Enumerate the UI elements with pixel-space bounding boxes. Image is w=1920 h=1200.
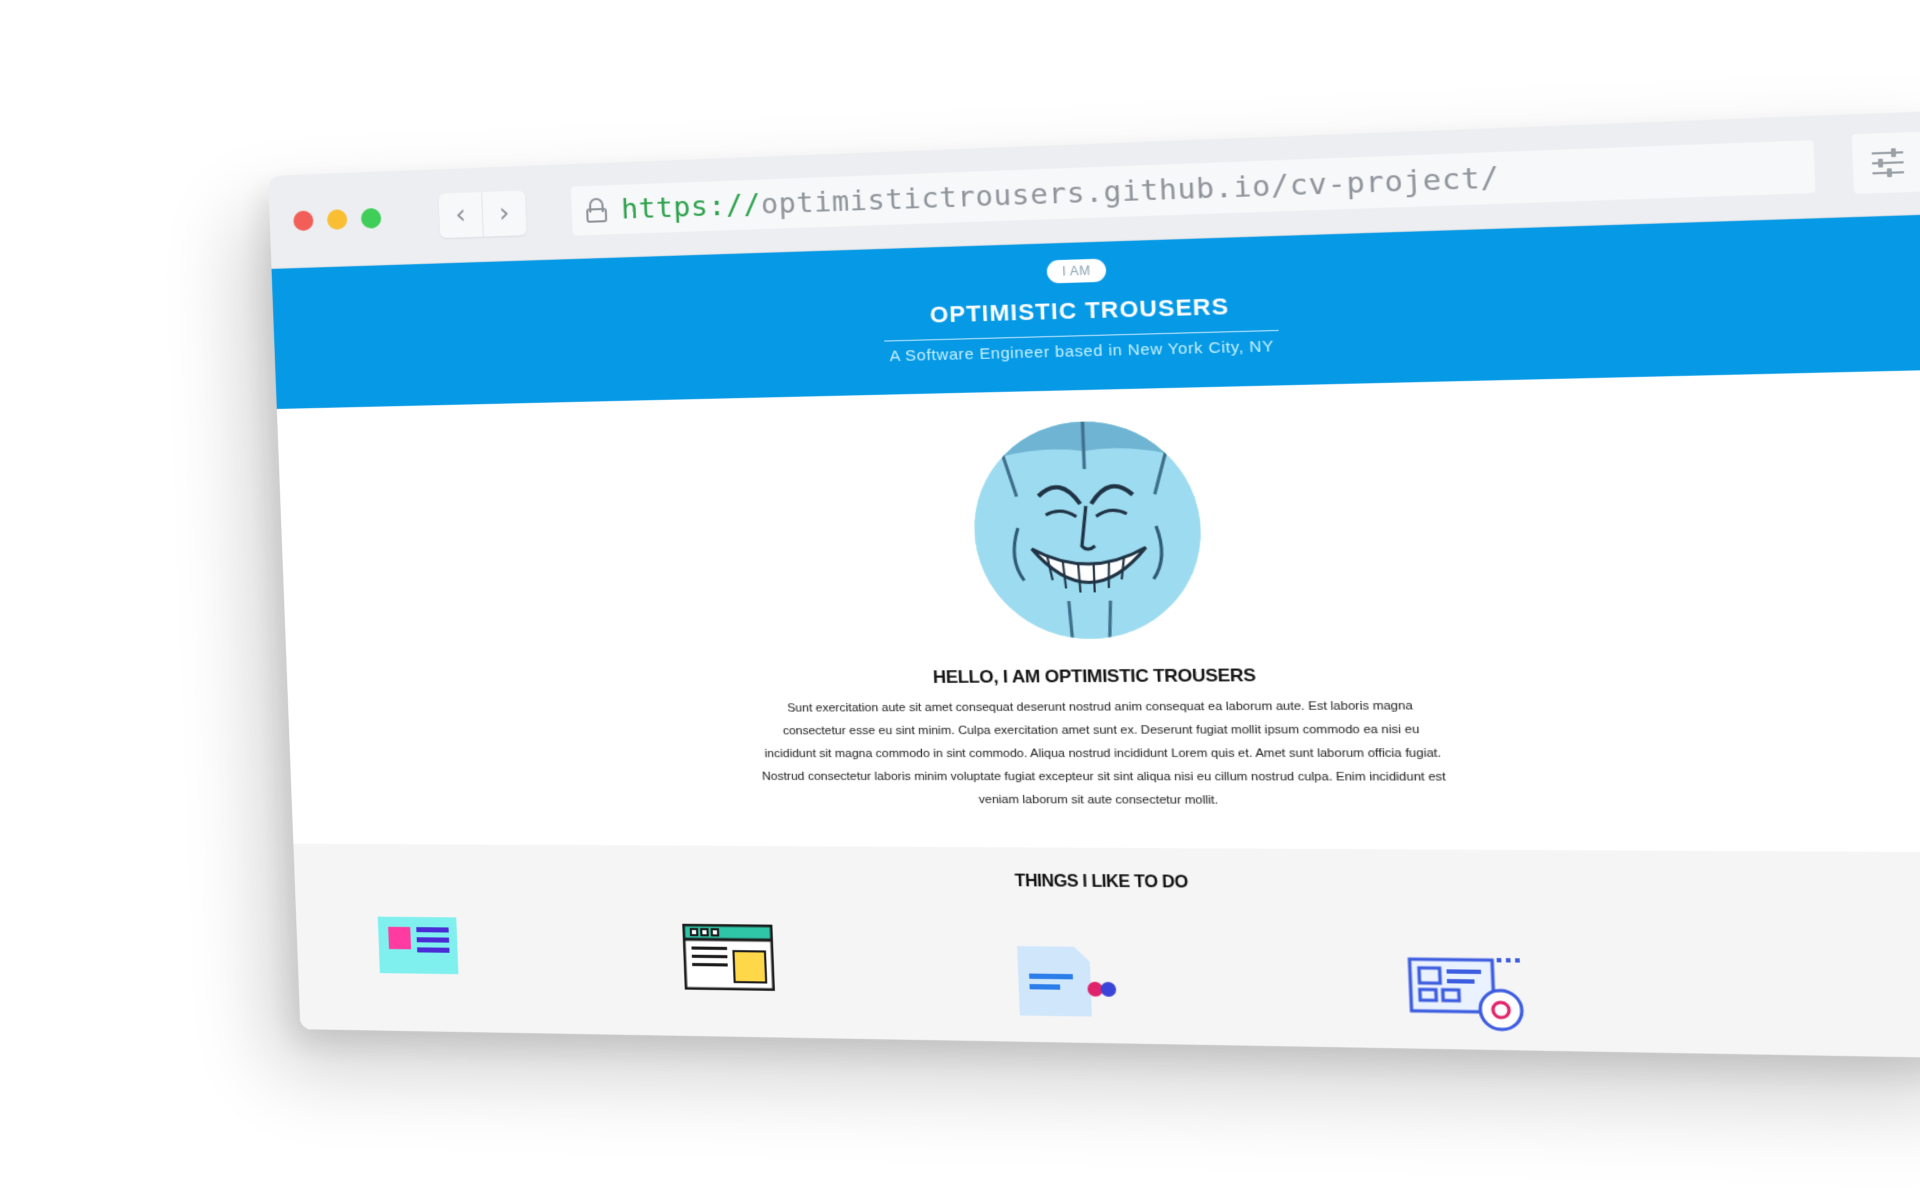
forward-button[interactable]: › (481, 190, 527, 237)
about-bio: Sunt exercitation aute sit amet consequa… (761, 699, 1447, 807)
screen: ‹ › https://optimistictrousers.github.io… (0, 0, 1920, 1200)
things-icon-row (296, 914, 1920, 1020)
maximize-window-button[interactable] (360, 207, 382, 229)
browser-window: ‹ › https://optimistictrousers.github.io… (268, 110, 1920, 1059)
avatar (970, 419, 1205, 640)
chevron-right-icon: › (498, 198, 511, 229)
address-bar[interactable]: https://optimistictrousers.github.io/cv-… (570, 140, 1816, 236)
things-heading: THINGS I LIKE TO DO (1014, 872, 1189, 892)
close-window-button[interactable] (293, 210, 314, 232)
i-am-badge: I AM (1046, 258, 1107, 284)
slider-icon (1872, 171, 1905, 175)
about-heading: HELLO, I AM OPTIMISTIC TROUSERS (932, 665, 1257, 688)
avatar-face-icon (970, 419, 1205, 640)
minimize-window-button[interactable] (326, 209, 348, 230)
back-button[interactable]: ‹ (439, 192, 483, 238)
navigation-buttons: ‹ › (438, 190, 527, 239)
lock-icon (586, 197, 608, 223)
things-section: THINGS I LIKE TO DO (293, 843, 1920, 1059)
web-page: I AM OPTIMISTIC TROUSERS A Software Engi… (271, 213, 1920, 1059)
layout-cards-icon (377, 916, 459, 975)
url-path: optimistictrousers.github.io/cv-project/ (760, 161, 1501, 221)
url-protocol: https:// (620, 188, 762, 226)
document-edit-icon (1017, 946, 1117, 1017)
browser-window-icon (682, 924, 775, 991)
web-shortcut-icon (1407, 955, 1537, 1032)
settings-sliders-button[interactable] (1851, 131, 1920, 194)
slider-icon (1872, 161, 1904, 165)
chevron-left-icon: ‹ (454, 199, 467, 231)
window-controls (293, 207, 382, 232)
slider-icon (1871, 151, 1904, 155)
